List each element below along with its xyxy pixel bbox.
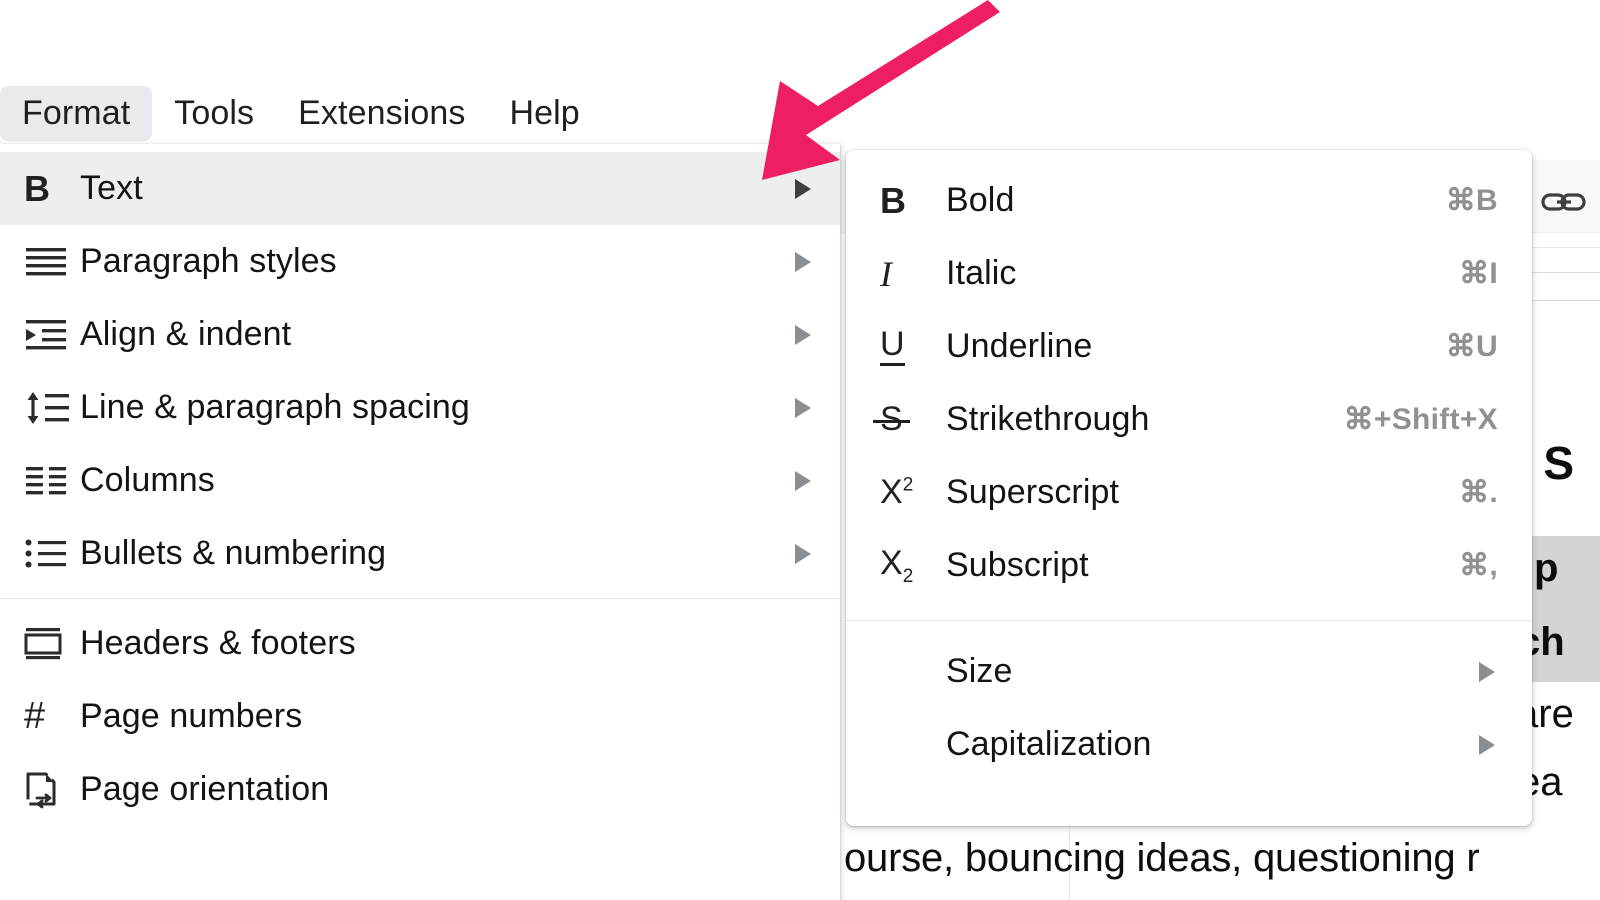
chevron-right-icon: [792, 542, 814, 566]
align-indent-icon: [24, 317, 80, 353]
menubar-item-help[interactable]: Help: [487, 86, 601, 141]
submenu-item-italic[interactable]: I Italic ⌘I: [846, 237, 1532, 310]
submenu-item-label: Underline: [946, 327, 1093, 365]
submenu-item-label: Superscript: [946, 473, 1120, 511]
submenu-item-shortcut: ⌘,: [1459, 549, 1498, 582]
submenu-item-label: Bold: [946, 181, 1015, 219]
subscript-icon: X2: [880, 543, 914, 587]
menu-item-page-numbers[interactable]: # Page numbers: [0, 680, 840, 753]
chevron-right-icon: [792, 469, 814, 493]
underline-icon: U: [880, 326, 946, 367]
menu-item-label: Page numbers: [80, 697, 303, 735]
menubar-item-label: Tools: [174, 93, 255, 132]
menu-item-label: Columns: [80, 461, 215, 499]
menu-item-label: Align & indent: [80, 315, 292, 353]
menubar-item-label: Extensions: [298, 93, 466, 132]
submenu-item-label: Strikethrough: [946, 400, 1150, 438]
superscript-icon: X2: [880, 473, 914, 511]
submenu-item-shortcut: ⌘+Shift+X: [1343, 403, 1498, 436]
chevron-right-icon: [1476, 660, 1498, 684]
menu-item-paragraph-styles[interactable]: Paragraph styles: [0, 225, 840, 298]
menubar-item-format[interactable]: Format: [0, 85, 153, 141]
submenu-item-superscript[interactable]: X2 Superscript ⌘.: [846, 456, 1532, 529]
menubar-item-label: Format: [22, 93, 131, 132]
page-orientation-icon: [24, 770, 80, 810]
submenu-item-shortcut: ⌘.: [1459, 476, 1498, 509]
submenu-item-size[interactable]: Size: [846, 635, 1532, 708]
chevron-right-icon: [792, 250, 814, 274]
menu-item-label: Paragraph styles: [80, 242, 337, 280]
bold-b-icon: B: [24, 167, 50, 209]
screen-root: e S p ch are ea ourse, bouncing ideas, q…: [0, 0, 1600, 900]
format-dropdown-menu: B Text Paragraph styles Align & indent L…: [0, 144, 840, 900]
submenu-item-shortcut: ⌘B: [1445, 184, 1498, 217]
menu-item-text[interactable]: B Text: [0, 152, 840, 225]
line-spacing-icon: [24, 389, 80, 427]
link-icon[interactable]: [1538, 182, 1590, 222]
submenu-item-shortcut: ⌘I: [1459, 257, 1498, 290]
submenu-item-underline[interactable]: U Underline ⌘U: [846, 310, 1532, 383]
submenu-item-label: Size: [946, 652, 1013, 690]
menu-item-headers-footers[interactable]: Headers & footers: [0, 607, 840, 680]
menu-item-align-indent[interactable]: Align & indent: [0, 298, 840, 371]
chevron-right-icon: [792, 396, 814, 420]
menu-item-columns[interactable]: Columns: [0, 444, 840, 517]
strikethrough-icon: S: [873, 400, 910, 438]
italic-icon: I: [880, 253, 892, 294]
menu-item-label: Text: [80, 169, 143, 207]
submenu-item-capitalization[interactable]: Capitalization: [846, 708, 1532, 781]
bullets-numbering-icon: [24, 537, 80, 571]
menu-item-bullets-numbering[interactable]: Bullets & numbering: [0, 517, 840, 590]
menu-item-label: Page orientation: [80, 770, 330, 808]
document-text-line: ourse, bouncing ideas, questioning r: [844, 836, 1480, 880]
paragraph-styles-icon: [24, 244, 80, 280]
menu-item-label: Bullets & numbering: [80, 534, 387, 572]
menu-item-page-orientation[interactable]: Page orientation: [0, 753, 840, 826]
submenu-item-shortcut: ⌘U: [1445, 330, 1498, 363]
menubar: Format Tools Extensions Help: [0, 85, 602, 141]
bold-icon: B: [880, 179, 906, 221]
submenu-item-label: Capitalization: [946, 725, 1152, 763]
chevron-right-icon: [792, 177, 814, 201]
menu-item-line-paragraph-spacing[interactable]: Line & paragraph spacing: [0, 371, 840, 444]
menu-item-label: Line & paragraph spacing: [80, 388, 470, 426]
text-submenu-panel: B Bold ⌘B I Italic ⌘I U Underline ⌘U S S…: [846, 150, 1532, 826]
submenu-item-label: Subscript: [946, 546, 1089, 584]
submenu-item-strikethrough[interactable]: S Strikethrough ⌘+Shift+X: [846, 383, 1532, 456]
menubar-item-tools[interactable]: Tools: [152, 86, 276, 141]
document-text-line: p: [1534, 546, 1559, 590]
menu-item-label: Headers & footers: [80, 624, 356, 662]
columns-icon: [24, 463, 80, 499]
submenu-item-bold[interactable]: B Bold ⌘B: [846, 164, 1532, 237]
menubar-item-extensions[interactable]: Extensions: [276, 86, 487, 141]
submenu-item-label: Italic: [946, 254, 1017, 292]
chevron-right-icon: [792, 323, 814, 347]
submenu-divider: [846, 620, 1532, 621]
menu-divider: [0, 598, 840, 599]
submenu-item-subscript[interactable]: X2 Subscript ⌘,: [846, 529, 1532, 602]
menubar-item-label: Help: [509, 93, 580, 132]
headers-footers-icon: [24, 626, 80, 662]
chevron-right-icon: [1476, 733, 1498, 757]
page-numbers-icon: #: [24, 695, 46, 737]
